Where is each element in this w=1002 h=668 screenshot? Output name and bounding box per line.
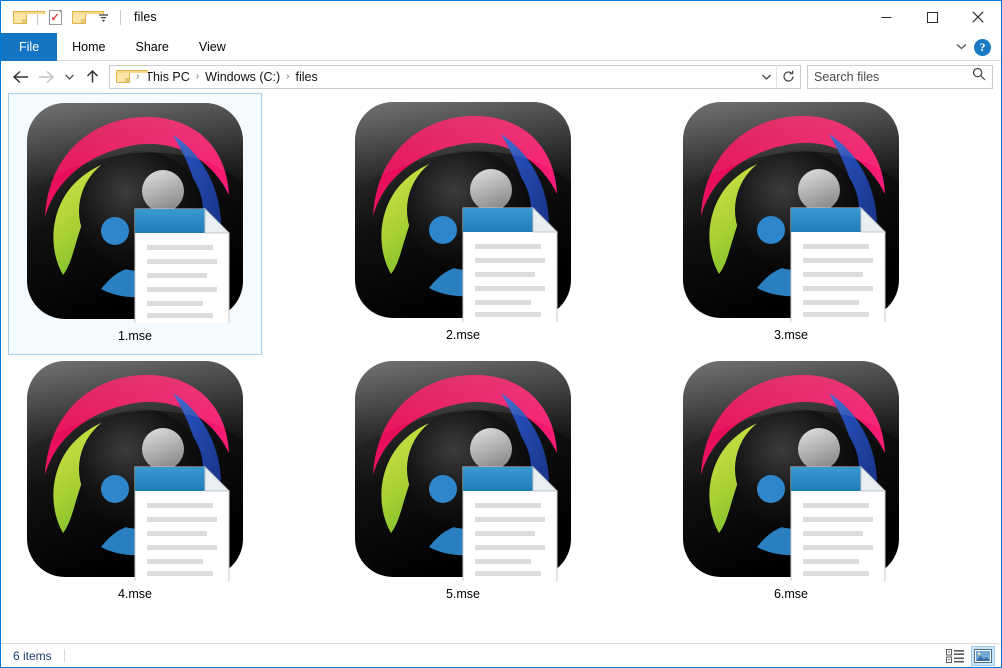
- ribbon-right-controls: ?: [955, 33, 999, 61]
- search-icon[interactable]: [972, 67, 986, 86]
- back-button[interactable]: [7, 64, 33, 90]
- close-button[interactable]: [955, 1, 1001, 33]
- list-item-label: 6.mse: [773, 587, 809, 601]
- list-item-label: 3.mse: [773, 328, 809, 342]
- breadcrumb-separator-1[interactable]: ›: [194, 71, 201, 82]
- breadcrumb-folder-icon[interactable]: [114, 70, 148, 83]
- list-item[interactable]: 6.mse: [664, 352, 918, 614]
- list-item-label: 2.mse: [445, 328, 481, 342]
- address-bar: › This PC › Windows (C:) › files Search …: [1, 61, 1001, 93]
- forward-button[interactable]: [33, 64, 59, 90]
- list-item[interactable]: 1.mse: [8, 93, 262, 355]
- icon-grid: 1.mse 2.mse 3.mse 4.mse 5.mse 6.mse: [1, 93, 1001, 642]
- file-type-icon: [683, 102, 899, 322]
- list-item[interactable]: 3.mse: [664, 93, 918, 355]
- view-mode-buttons: [943, 644, 995, 667]
- file-list-view[interactable]: 1.mse 2.mse 3.mse 4.mse 5.mse 6.mse: [1, 93, 1001, 642]
- maximize-button[interactable]: [909, 1, 955, 33]
- address-dropdown-chevron-down-icon[interactable]: [756, 66, 776, 88]
- file-type-icon: [683, 361, 899, 581]
- file-type-icon: [27, 361, 243, 581]
- file-type-icon: [355, 102, 571, 322]
- document-overlay: [790, 206, 887, 322]
- properties-icon[interactable]: ✓: [43, 5, 67, 29]
- file-type-icon: [355, 361, 571, 581]
- status-divider: [63, 649, 65, 662]
- explorer-window: ✓ files File Home Share View ? › This PC…: [0, 0, 1002, 668]
- document-overlay: [134, 207, 231, 323]
- window-title: files: [134, 10, 157, 24]
- help-icon[interactable]: ?: [974, 38, 991, 56]
- status-bar: 6 items: [1, 643, 1001, 667]
- chevron-down-icon[interactable]: [91, 5, 115, 29]
- refresh-icon[interactable]: [776, 64, 800, 89]
- tab-share[interactable]: Share: [121, 33, 184, 61]
- tab-home[interactable]: Home: [57, 33, 120, 61]
- list-item[interactable]: 2.mse: [336, 93, 590, 355]
- quick-access-toolbar: ✓: [8, 1, 126, 33]
- title-bar: ✓ files: [1, 1, 1001, 33]
- ribbon-tab-bar: File Home Share View ?: [1, 33, 1001, 61]
- tab-file[interactable]: File: [1, 33, 58, 61]
- list-item-label: 4.mse: [117, 587, 153, 601]
- list-item[interactable]: 4.mse: [8, 352, 262, 614]
- breadcrumb-item-this-pc[interactable]: This PC: [141, 70, 193, 84]
- item-count-label: 6 items: [13, 648, 52, 663]
- recent-locations-chevron-down-icon[interactable]: [59, 64, 79, 90]
- breadcrumb[interactable]: › This PC › Windows (C:) › files: [109, 64, 801, 89]
- document-overlay: [790, 465, 887, 581]
- folder-icon[interactable]: [8, 5, 45, 29]
- expand-ribbon-chevron-down-icon[interactable]: [955, 38, 968, 56]
- breadcrumb-separator-2[interactable]: ›: [284, 71, 291, 82]
- breadcrumb-item-files[interactable]: files: [292, 70, 322, 84]
- minimize-button[interactable]: [863, 1, 909, 33]
- caption-buttons: [863, 1, 1001, 33]
- list-item-label: 1.mse: [117, 329, 153, 343]
- breadcrumb-item-windows-c[interactable]: Windows (C:): [201, 70, 284, 84]
- qat-divider-2: [120, 9, 121, 25]
- search-placeholder: Search files: [814, 69, 880, 84]
- details-view-button[interactable]: [943, 646, 967, 666]
- up-button[interactable]: [79, 64, 105, 90]
- document-overlay: [462, 206, 559, 322]
- document-overlay: [462, 465, 559, 581]
- large-icons-view-button[interactable]: [971, 645, 995, 666]
- tab-view[interactable]: View: [184, 33, 241, 61]
- list-item[interactable]: 5.mse: [336, 352, 590, 614]
- file-type-icon: [27, 103, 243, 323]
- list-item-label: 5.mse: [445, 587, 481, 601]
- document-overlay: [134, 465, 231, 581]
- new-folder-icon[interactable]: [67, 5, 104, 29]
- search-input[interactable]: Search files: [807, 64, 993, 89]
